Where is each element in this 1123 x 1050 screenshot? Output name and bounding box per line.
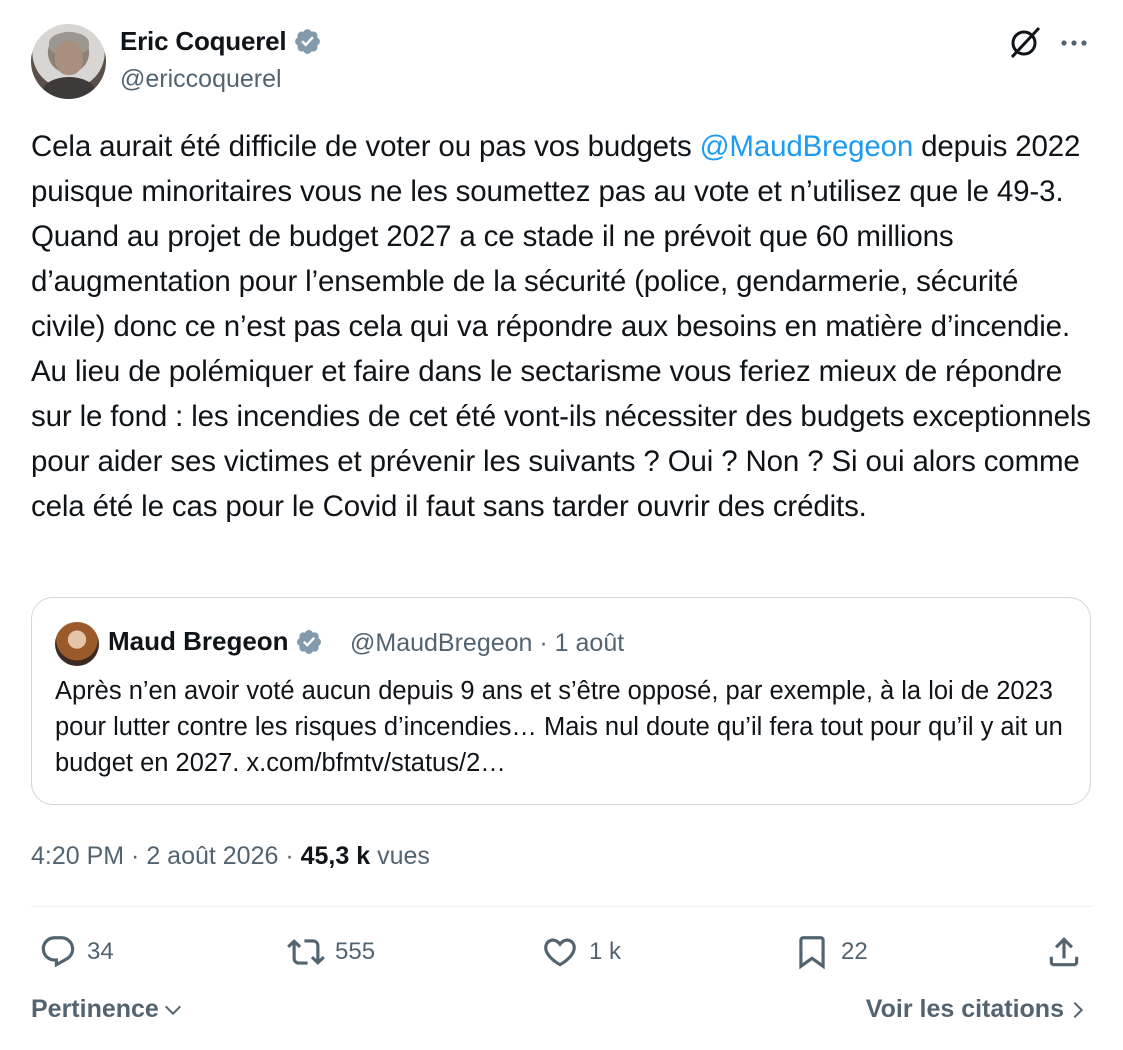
post-date[interactable]: 2 août 2026 (146, 842, 278, 870)
reply-count: 34 (87, 938, 114, 965)
meta-separator: · (124, 842, 147, 870)
grok-icon[interactable] (1007, 24, 1043, 60)
verified-badge-icon (296, 629, 321, 654)
author-handle[interactable]: @ericcoquerel (120, 65, 282, 94)
reply-button[interactable]: 34 (39, 927, 114, 977)
avatar-shirt (43, 77, 95, 99)
post: Eric Coquerel @ericcoquerel Cela aurait … (31, 22, 1093, 1023)
view-quotes-link[interactable]: Voir les citations (866, 995, 1089, 1024)
quote-separator: · (539, 629, 548, 657)
like-button[interactable]: 1 k (541, 927, 621, 977)
bookmark-button[interactable]: 22 (793, 927, 868, 977)
author-name-row[interactable]: Eric Coquerel (120, 26, 322, 57)
action-bar: 34 555 1 k 22 (31, 927, 1093, 977)
post-header: Eric Coquerel @ericcoquerel (31, 22, 1093, 102)
bookmark-icon (799, 936, 825, 970)
share-button[interactable] (1045, 927, 1093, 977)
quote-meta: @MaudBregeon · 1 août (350, 629, 624, 658)
more-icon[interactable] (1057, 24, 1091, 58)
quote-author-name-row[interactable]: Maud Bregeon (108, 626, 323, 657)
avatar-face (55, 41, 83, 75)
repost-count: 555 (335, 938, 376, 965)
views-count: 45,3 k (300, 842, 371, 870)
sort-label: Pertinence (31, 995, 159, 1023)
mention-link[interactable]: @MaudBregeon (700, 130, 914, 163)
quote-date[interactable]: 1 août (555, 629, 625, 657)
quote-text: Après n’en avoir voté aucun depuis 9 ans… (55, 677, 1063, 777)
author-name[interactable]: Eric Coquerel (120, 26, 287, 57)
quote-author-name[interactable]: Maud Bregeon (108, 626, 289, 657)
share-icon (1049, 937, 1079, 967)
like-count: 1 k (589, 938, 622, 965)
chevron-down-icon (164, 1005, 181, 1015)
repost-button[interactable]: 555 (287, 927, 375, 977)
post-meta: 4:20 PM · 2 août 2026 · 45,3 k vues (31, 842, 430, 871)
views-label: vues (377, 842, 430, 870)
quote-author-handle[interactable]: @MaudBregeon (350, 629, 532, 657)
quote-author-avatar[interactable] (55, 622, 99, 666)
author-avatar[interactable] (31, 24, 106, 99)
repost-icon (287, 939, 325, 965)
post-time[interactable]: 4:20 PM (31, 842, 124, 870)
reply-icon (41, 936, 75, 968)
view-quotes-label: Voir les citations (865, 995, 1064, 1023)
tweet-text-start: Cela aurait été difficile de voter ou pa… (31, 130, 700, 163)
divider (31, 906, 1093, 907)
sort-dropdown[interactable]: Pertinence (31, 995, 184, 1024)
quoted-post[interactable]: Maud Bregeon @MaudBregeon · 1 août Après… (31, 597, 1091, 805)
tweet-text: Cela aurait été difficile de voter ou pa… (31, 124, 1093, 529)
like-icon (544, 938, 576, 967)
verified-badge-icon (295, 29, 321, 54)
meta-separator: · (278, 842, 301, 870)
bookmark-count: 22 (841, 938, 868, 965)
tweet-text-rest: depuis 2022 puisque minoritaires vous ne… (31, 130, 1091, 523)
chevron-right-icon (1073, 1001, 1084, 1018)
